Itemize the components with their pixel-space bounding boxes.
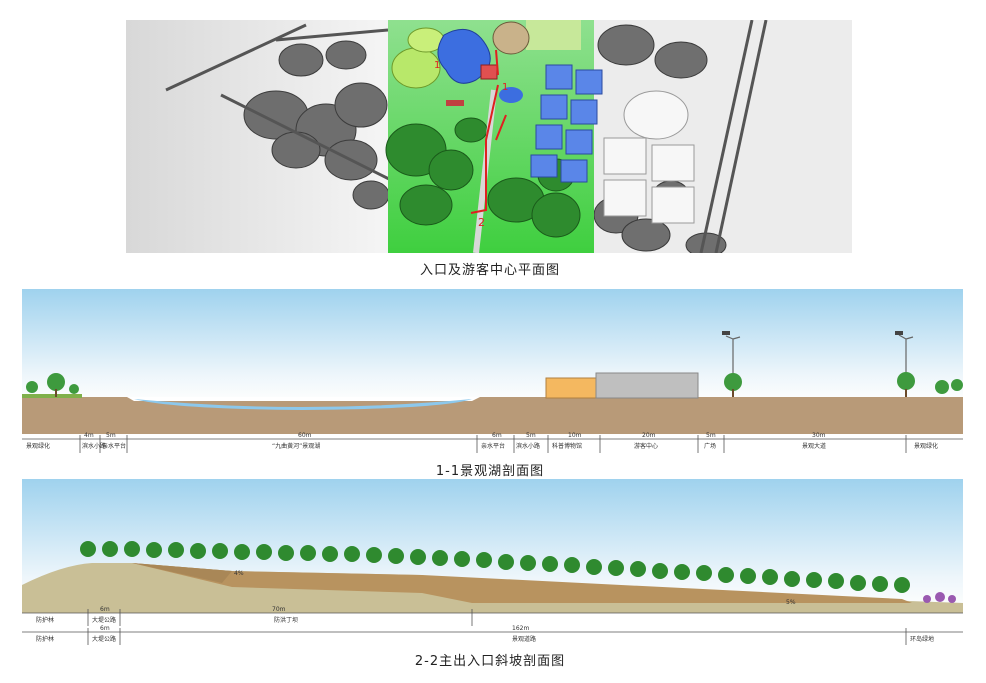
section-1-drawing: 4m 5m 60m 6m 5m 10m 20m 5m 30m 景观绿化 滨水小路… [22,289,963,453]
s2-label-7: 环岛绿地 [910,635,934,643]
section-1-panel: 4m 5m 60m 6m 5m 10m 20m 5m 30m 景观绿化 滨水小路… [22,289,963,457]
s1-label-4: “九曲黄河”景观湖 [272,442,320,450]
s1-dim-7: 20m [642,432,656,439]
s2-label-4: 防护林 [36,635,54,643]
marker-2: 2 [478,216,485,229]
s1-label-7: 科普博物馆 [552,442,582,450]
s2-label-5: 大堤公路 [92,635,116,643]
section-2-caption: 2-2主出入口斜坡剖面图 [414,654,566,669]
marker-1b: 1 [502,82,508,93]
s2-label-3: 防洪丁坝 [274,616,298,624]
s1-label-11: 景观绿化 [914,442,938,450]
s1-label-3: 亲水平台 [102,442,126,450]
s1-label-8: 游客中心 [634,442,658,450]
s1-dim-5: 5m [526,432,536,439]
museum-building [545,377,597,399]
s2-label-6: 景观道路 [512,635,536,643]
s2-label-1: 防护林 [36,616,54,624]
section-2-drawing: 4% 5% 6m 70m 防护林 大堤公路 防洪丁坝 6m 162m 防护林 大… [22,479,963,645]
site-plan-drawing: 1 1 2 [126,19,852,258]
s1-label-6: 滨水小路 [516,442,540,450]
s1-label-1: 景观绿化 [26,442,50,450]
s1-label-9: 广场 [704,442,716,450]
marker-1: 1 [434,60,440,71]
s2-dim-4: 162m [512,625,529,632]
s1-label-5: 亲水平台 [481,442,505,450]
s2-label-2: 大堤公路 [92,616,116,624]
s1-dim-8: 5m [706,432,716,439]
section-2-panel: 4% 5% 6m 70m 防护林 大堤公路 防洪丁坝 6m 162m 防护林 大… [22,479,963,647]
s1-dim-2: 5m [106,432,116,439]
s2-dim-3: 6m [100,625,110,632]
s1-dim-9: 30m [812,432,826,439]
s2-dim-2: 70m [272,606,286,613]
site-plan: 1 1 2 [126,19,852,258]
s2-dim-1: 6m [100,606,110,613]
s1-dim-4: 6m [492,432,502,439]
visitor-center-building [595,372,699,399]
slope-b: 5% [786,599,796,606]
s1-dim-3: 60m [298,432,312,439]
slope-a: 4% [234,570,244,577]
s1-dim-6: 10m [568,432,582,439]
s1-label-10: 景观大道 [802,442,826,450]
plan-caption: 入口及游客中心平面图 [419,263,560,278]
s1-dim-1: 4m [84,432,94,439]
section-1-caption: 1-1景观湖剖面图 [435,464,545,479]
